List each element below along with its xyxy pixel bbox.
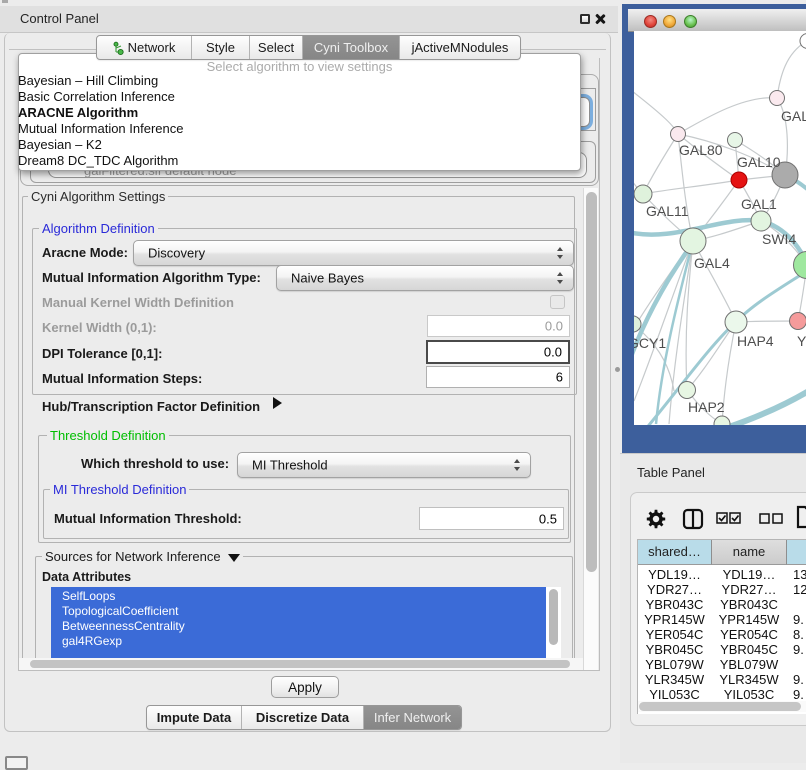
- svg-text:HAP2: HAP2: [688, 399, 725, 415]
- svg-text:SWI4: SWI4: [762, 231, 796, 247]
- svg-text:Y: Y: [797, 333, 806, 349]
- svg-text:GAL4: GAL4: [694, 255, 730, 271]
- svg-text:GAL11: GAL11: [646, 203, 689, 219]
- svg-text:GAL1: GAL1: [741, 196, 777, 212]
- svg-text:GAL10: GAL10: [737, 154, 781, 170]
- svg-text:GCY1: GCY1: [634, 335, 666, 351]
- svg-text:GAL7: GAL7: [781, 108, 806, 124]
- svg-text:HAP4: HAP4: [737, 333, 774, 349]
- svg-text:GAL80: GAL80: [679, 142, 723, 158]
